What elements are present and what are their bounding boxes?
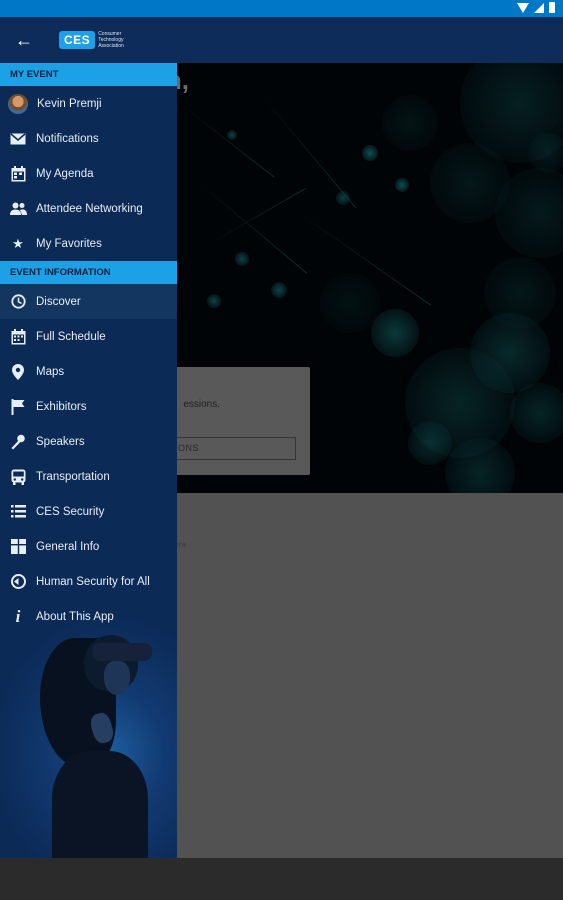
bokeh-light [235, 252, 249, 266]
illustration-face [104, 661, 130, 695]
nav-item-my-favorites[interactable]: ★ My Favorites [0, 226, 177, 261]
nav-item-label: General Info [36, 540, 100, 553]
nav-item-label: Maps [36, 365, 65, 378]
nav-item-label: Human Security for All [36, 575, 150, 588]
microphone-icon [9, 433, 27, 451]
battery-icon [549, 2, 555, 13]
map-pin-icon [9, 363, 27, 381]
nav-item-attendee-networking[interactable]: Attendee Networking [0, 191, 177, 226]
app-bar: ← CES Consumer Technology Association [0, 17, 563, 63]
nav-item-label: Speakers [36, 435, 85, 448]
nav-item-about-this-app[interactable]: i About This App [0, 599, 177, 634]
bokeh-light [227, 130, 237, 140]
nav-item-profile[interactable]: Kevin Premji [0, 86, 177, 121]
nav-item-ces-security[interactable]: CES Security [0, 494, 177, 529]
grid-icon [9, 538, 27, 556]
bokeh-light [271, 282, 287, 298]
event-information-header: EVENT INFORMATION [0, 261, 177, 284]
flag-icon [9, 398, 27, 416]
nav-item-maps[interactable]: Maps [0, 354, 177, 389]
bokeh-light [484, 257, 556, 329]
nav-item-full-schedule[interactable]: Full Schedule [0, 319, 177, 354]
status-bar [0, 0, 563, 17]
people-icon [9, 200, 27, 218]
sessions-card: essions. SSIONS [160, 367, 310, 475]
nav-item-label: Attendee Networking [36, 202, 143, 215]
bokeh-light [510, 383, 563, 443]
info-icon: i [15, 606, 21, 626]
status-icons [517, 2, 555, 13]
nav-item-discover[interactable]: Discover [0, 284, 177, 319]
nav-item-notifications[interactable]: Notifications [0, 121, 177, 156]
calendar-grid-icon [9, 328, 27, 346]
nav-item-transportation[interactable]: Transportation [0, 459, 177, 494]
nav-item-label: My Favorites [36, 237, 102, 250]
avatar [8, 93, 28, 114]
bus-icon [9, 468, 27, 486]
nav-item-label: Discover [36, 295, 81, 308]
nav-item-label: My Agenda [36, 167, 94, 180]
bokeh-light [528, 133, 563, 173]
nav-item-label: Transportation [36, 470, 110, 483]
light-streak [210, 188, 306, 244]
nav-item-label: Full Schedule [36, 330, 106, 343]
envelope-icon [9, 130, 27, 148]
shield-icon [9, 573, 27, 591]
bokeh-light [371, 309, 419, 357]
navigation-drawer: MY EVENT Kevin Premji Notifications My A… [0, 63, 177, 858]
star-icon: ★ [12, 235, 24, 251]
navigation-bar [0, 858, 563, 900]
light-streak [259, 93, 357, 209]
calendar-icon [9, 165, 27, 183]
my-event-header: MY EVENT [0, 63, 177, 86]
nav-item-label: Exhibitors [36, 400, 87, 413]
illustration-body [52, 751, 148, 858]
illustration-vr-headset [92, 643, 152, 661]
nav-item-label: Kevin Premji [37, 97, 102, 110]
bokeh-light [320, 273, 380, 333]
bokeh-light [207, 294, 221, 308]
nav-item-human-security[interactable]: Human Security for All [0, 564, 177, 599]
nav-item-speakers[interactable]: Speakers [0, 424, 177, 459]
back-arrow-icon[interactable]: ← [11, 28, 37, 52]
signal-icon [534, 2, 544, 13]
nav-item-general-info[interactable]: General Info [0, 529, 177, 564]
nav-item-label: About This App [36, 610, 114, 623]
ces-logo: CES Consumer Technology Association [59, 28, 142, 52]
light-streak [179, 103, 275, 178]
clock-icon [9, 293, 27, 311]
bokeh-light [382, 95, 438, 151]
nav-item-my-agenda[interactable]: My Agenda [0, 156, 177, 191]
logo-mark: CES [59, 31, 96, 49]
sessions-button[interactable]: SSIONS [160, 437, 296, 460]
nav-item-exhibitors[interactable]: Exhibitors [0, 389, 177, 424]
bokeh-light [408, 421, 452, 465]
nav-item-label: Notifications [36, 132, 99, 145]
list-icon [9, 503, 27, 521]
nav-item-label: CES Security [36, 505, 105, 518]
wifi-icon [517, 2, 529, 13]
bokeh-light [395, 178, 409, 192]
bokeh-light [362, 145, 378, 161]
bokeh-light [445, 438, 515, 493]
logo-subtitle: Consumer Technology Association [98, 31, 124, 49]
